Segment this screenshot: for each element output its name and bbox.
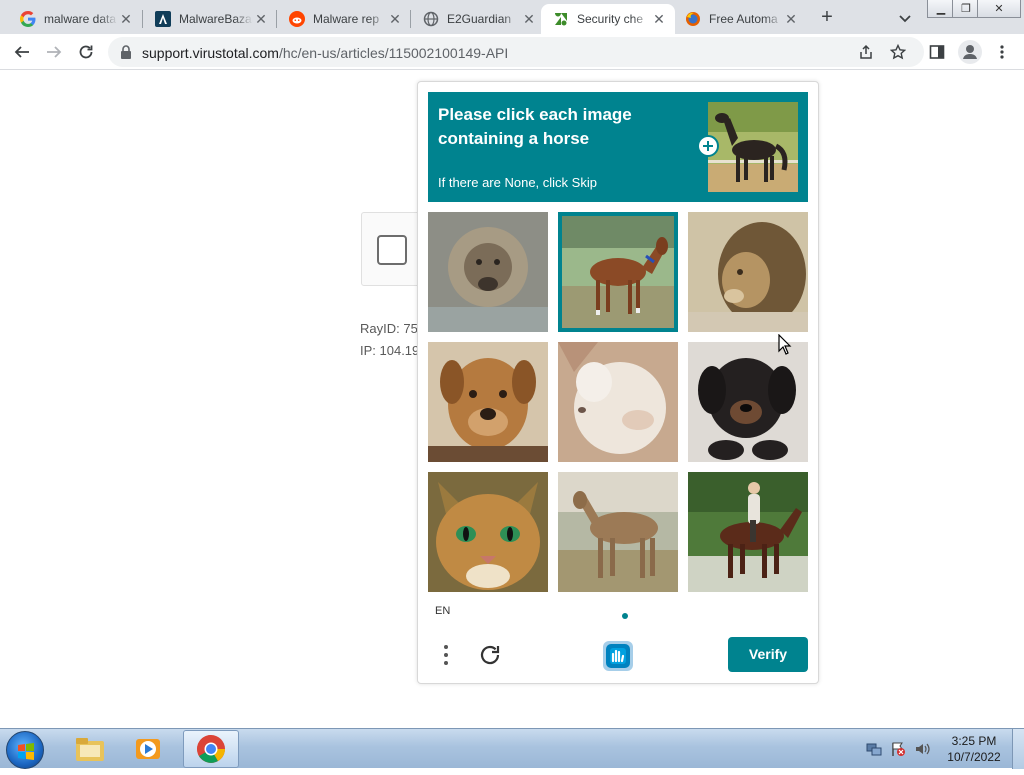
challenge-image-cat[interactable]	[558, 342, 678, 462]
cloudflare-challenge-box	[361, 212, 421, 286]
mouse-cursor-icon	[778, 334, 792, 355]
tab-reddit[interactable]: Malware rep ✕	[277, 4, 411, 34]
close-icon[interactable]: ✕	[783, 11, 799, 27]
browser-toolbar: support.virustotal.com/hc/en-us/articles…	[0, 34, 1024, 70]
tab-security-check[interactable]: Security che ✕	[541, 4, 675, 34]
close-icon[interactable]: ✕	[387, 11, 403, 27]
chevron-down-icon[interactable]	[896, 9, 914, 27]
language-selector[interactable]: EN	[435, 605, 450, 617]
forward-button[interactable]	[43, 41, 65, 63]
close-window-button[interactable]: ✕	[977, 0, 1021, 18]
tab-e2guardian[interactable]: E2Guardian ✕	[411, 4, 545, 34]
url-domain: support.virustotal.com	[142, 45, 279, 61]
reload-icon	[79, 45, 93, 59]
tab-title: E2Guardian	[447, 12, 512, 26]
tab-free-automation[interactable]: Free Automa ✕	[673, 4, 807, 34]
tab-strip: malware data ✕ MalwareBazaar ✕ Malware r…	[0, 0, 1024, 34]
google-icon	[20, 11, 36, 27]
image-grid	[428, 212, 808, 592]
challenge-image-puppy[interactable]	[688, 342, 808, 462]
close-icon[interactable]: ✕	[651, 11, 667, 27]
reload-button[interactable]	[75, 41, 97, 63]
close-icon[interactable]: ✕	[118, 11, 134, 27]
zoom-plus-icon[interactable]	[697, 135, 719, 157]
prompt-subtitle: If there are None, click Skip	[438, 175, 597, 190]
challenge-image-horse-selected[interactable]	[558, 212, 678, 332]
start-button[interactable]	[6, 731, 44, 769]
close-icon[interactable]: ✕	[253, 11, 269, 27]
taskbar-chrome[interactable]	[183, 730, 239, 768]
globe-icon	[423, 11, 439, 27]
url-text[interactable]: support.virustotal.com/hc/en-us/articles…	[142, 45, 508, 61]
chrome-icon	[197, 735, 225, 763]
ray-id-text: RayID: 75	[360, 321, 418, 336]
minimize-button[interactable]: ▁	[927, 0, 955, 18]
lock-icon	[121, 45, 131, 59]
ip-text: IP: 104.19	[360, 343, 420, 358]
person-icon	[963, 45, 977, 59]
page-indicator-dot	[622, 613, 628, 619]
back-arrow-icon	[14, 46, 29, 58]
side-panel-icon[interactable]	[929, 44, 945, 60]
system-clock[interactable]: 3:25 PM 10/7/2022	[940, 733, 1008, 765]
hcaptcha-logo-icon[interactable]	[601, 639, 635, 673]
challenge-image-horse-with-rider[interactable]	[688, 472, 808, 592]
taskbar-media-player[interactable]	[120, 730, 176, 768]
challenge-image-horse[interactable]	[558, 472, 678, 592]
challenge-prompt: Please click each image containing a hor…	[428, 92, 808, 202]
forward-arrow-icon	[47, 46, 62, 58]
refresh-icon[interactable]	[478, 642, 502, 668]
challenge-image-lion[interactable]	[428, 212, 548, 332]
challenge-image-lion[interactable]	[688, 212, 808, 332]
show-desktop-button[interactable]	[1012, 729, 1024, 769]
prompt-title: Please click each image containing a hor…	[438, 105, 632, 148]
clock-time: 3:25 PM	[951, 734, 997, 748]
challenge-image-cat[interactable]	[428, 472, 548, 592]
share-icon[interactable]	[858, 44, 874, 60]
windows-logo-icon	[18, 743, 34, 760]
star-icon[interactable]	[890, 44, 906, 60]
url-path: /hc/en-us/articles/115002100149-API	[278, 45, 509, 61]
tab-title: malware data	[44, 12, 117, 26]
tab-malwarebazaar[interactable]: MalwareBazaar ✕	[143, 4, 277, 34]
clock-date: 10/7/2022	[947, 750, 1001, 764]
reddit-icon	[289, 11, 305, 27]
new-tab-button[interactable]: +	[814, 6, 840, 30]
tab-google[interactable]: malware data ✕	[8, 4, 142, 34]
hcaptcha-challenge: Please click each image containing a hor…	[417, 81, 819, 684]
address-bar[interactable]: support.virustotal.com/hc/en-us/articles…	[108, 37, 924, 67]
tab-title: Malware rep	[313, 12, 380, 26]
human-checkbox[interactable]	[377, 235, 407, 265]
taskbar-explorer[interactable]	[62, 730, 118, 768]
kebab-menu-icon[interactable]	[995, 44, 1009, 60]
profile-avatar[interactable]	[958, 40, 982, 64]
zendesk-icon	[553, 11, 569, 27]
close-icon[interactable]: ✕	[521, 11, 537, 27]
media-player-icon	[136, 739, 160, 759]
action-center-flag-icon[interactable]	[890, 741, 906, 757]
horse-example-image[interactable]	[708, 102, 798, 192]
firefox-icon	[685, 11, 701, 27]
windows-taskbar: 3:25 PM 10/7/2022	[0, 728, 1024, 769]
malwarebazaar-icon	[155, 11, 171, 27]
tab-title: Free Automa	[709, 12, 778, 26]
verify-button[interactable]: Verify	[728, 637, 808, 672]
kebab-menu-icon[interactable]	[438, 642, 454, 668]
restore-button[interactable]: ❐	[952, 0, 980, 18]
tab-title: Security che	[577, 12, 644, 26]
tab-title: MalwareBazaar	[179, 12, 253, 26]
challenge-image-dog[interactable]	[428, 342, 548, 462]
folder-icon	[76, 738, 104, 761]
volume-icon[interactable]	[914, 741, 930, 757]
network-icon[interactable]	[866, 741, 882, 757]
back-button[interactable]	[11, 41, 33, 63]
